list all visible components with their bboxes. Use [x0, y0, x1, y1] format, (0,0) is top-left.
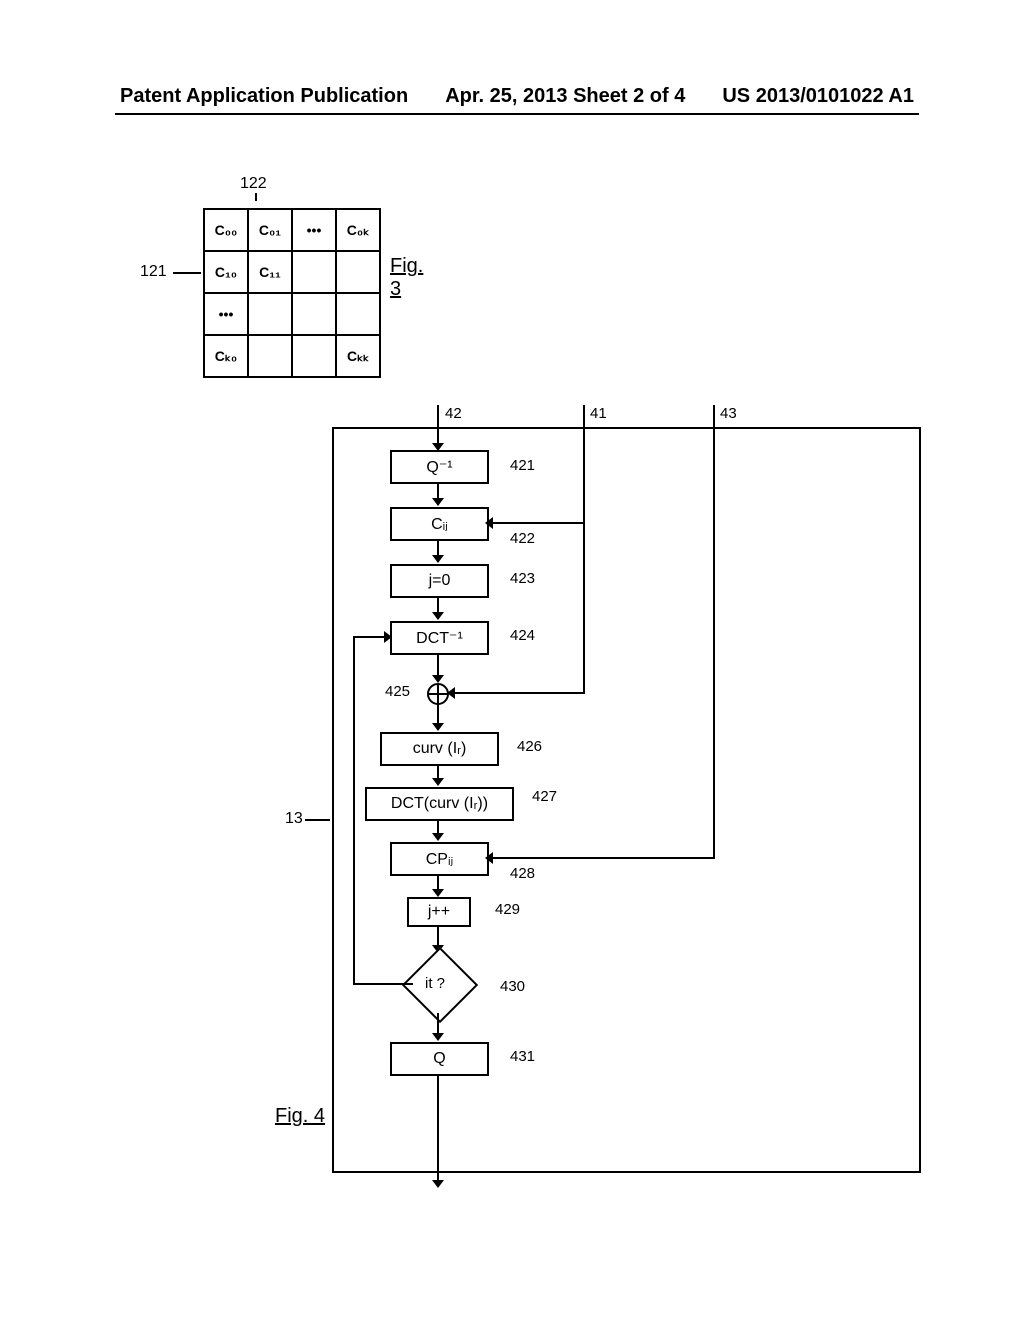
- matrix-cell: C₀₁: [248, 209, 292, 251]
- entry-43: [713, 405, 715, 427]
- box-428: CPᵢⱼ: [390, 842, 489, 876]
- loop-430-424h2: [353, 636, 388, 638]
- arrow-head-icon: [485, 517, 493, 529]
- coefficient-matrix: C₀₀ C₀₁ ••• C₀ₖ C₁₀ C₁₁ ••• Cₖ₀ Cₖₖ: [203, 208, 381, 378]
- box-427: DCT(curv (Iᵣ)): [365, 787, 514, 821]
- box-431: Q: [390, 1042, 489, 1076]
- sum-junction-425: [427, 683, 449, 705]
- box-423: j=0: [390, 564, 489, 598]
- exit: [437, 1074, 439, 1182]
- page-header: Patent Application Publication Apr. 25, …: [0, 0, 1024, 113]
- figure-4-caption: Fig. 4: [275, 1105, 325, 1128]
- header-divider: [115, 113, 919, 115]
- matrix-cell: [292, 251, 336, 293]
- matrix-cell: Cₖₖ: [336, 335, 380, 377]
- box-424: DCT⁻¹: [390, 621, 489, 655]
- arrow-head-icon: [432, 833, 444, 841]
- ref-41: 41: [590, 405, 607, 422]
- ref-42: 42: [445, 405, 462, 422]
- decision-430-text: it ?: [425, 975, 445, 992]
- matrix-cell: [292, 293, 336, 335]
- ref-122: 122: [240, 175, 267, 193]
- matrix-cell: [248, 293, 292, 335]
- leader-13: [305, 819, 330, 821]
- arrow-head-icon: [432, 778, 444, 786]
- arrow-head-icon: [485, 852, 493, 864]
- ref-425: 425: [385, 683, 410, 700]
- matrix-cell: C₁₁: [248, 251, 292, 293]
- conn-41-422: [583, 427, 585, 522]
- ref-121: 121: [140, 263, 167, 281]
- arrow-head-icon: [432, 1180, 444, 1188]
- ref-13: 13: [285, 810, 303, 828]
- figure-4: 13 Fig. 4 42 41 43 Q⁻¹ 421 Cᵢⱼ 422 j=0 4…: [285, 405, 925, 1185]
- matrix-cell: C₀₀: [204, 209, 248, 251]
- box-429: j++: [407, 897, 471, 927]
- conn-41-sum: [583, 522, 585, 693]
- matrix-cell: [248, 335, 292, 377]
- matrix-cell: Cₖ₀: [204, 335, 248, 377]
- arrow-head-icon: [432, 555, 444, 563]
- ref-430: 430: [500, 978, 525, 995]
- arrow-head-icon: [432, 1033, 444, 1041]
- loop-430-424h: [353, 983, 413, 985]
- header-right: US 2013/0101022 A1: [722, 85, 914, 108]
- arrow-head-icon: [432, 889, 444, 897]
- conn-41-sum-h: [449, 692, 585, 694]
- arrow-head-icon: [432, 612, 444, 620]
- ref-421: 421: [510, 457, 535, 474]
- box-422: Cᵢⱼ: [390, 507, 489, 541]
- arrow-head-icon: [432, 498, 444, 506]
- arrow-head-icon: [447, 687, 455, 699]
- box-426: curv (Iᵣ): [380, 732, 499, 766]
- header-center: Apr. 25, 2013 Sheet 2 of 4: [445, 85, 685, 108]
- header-left: Patent Application Publication: [120, 85, 408, 108]
- ref-43: 43: [720, 405, 737, 422]
- box-421: Q⁻¹: [390, 450, 489, 484]
- ref-429: 429: [495, 901, 520, 918]
- ref-426: 426: [517, 738, 542, 755]
- matrix-cell: C₀ₖ: [336, 209, 380, 251]
- arrow-head-icon: [432, 723, 444, 731]
- ref-422: 422: [510, 530, 535, 547]
- matrix-cell: •••: [292, 209, 336, 251]
- leader-122: [255, 193, 257, 201]
- ref-424: 424: [510, 627, 535, 644]
- leader-121: [173, 272, 201, 274]
- figure-3-caption: Fig. 3: [390, 255, 423, 301]
- matrix-cell: [336, 293, 380, 335]
- conn-43-428: [713, 427, 715, 857]
- arrow-head-icon: [384, 631, 392, 643]
- ref-427: 427: [532, 788, 557, 805]
- ref-431: 431: [510, 1048, 535, 1065]
- conn-43-428h: [487, 857, 715, 859]
- entry-41: [583, 405, 585, 427]
- matrix-cell: •••: [204, 293, 248, 335]
- ref-428: 428: [510, 865, 535, 882]
- matrix-cell: C₁₀: [204, 251, 248, 293]
- matrix-cell: [292, 335, 336, 377]
- ref-423: 423: [510, 570, 535, 587]
- loop-430-424v: [353, 636, 355, 985]
- matrix-cell: [336, 251, 380, 293]
- conn-41-422h: [487, 522, 585, 524]
- arrow-head-icon: [432, 675, 444, 683]
- entry-42: [437, 405, 439, 445]
